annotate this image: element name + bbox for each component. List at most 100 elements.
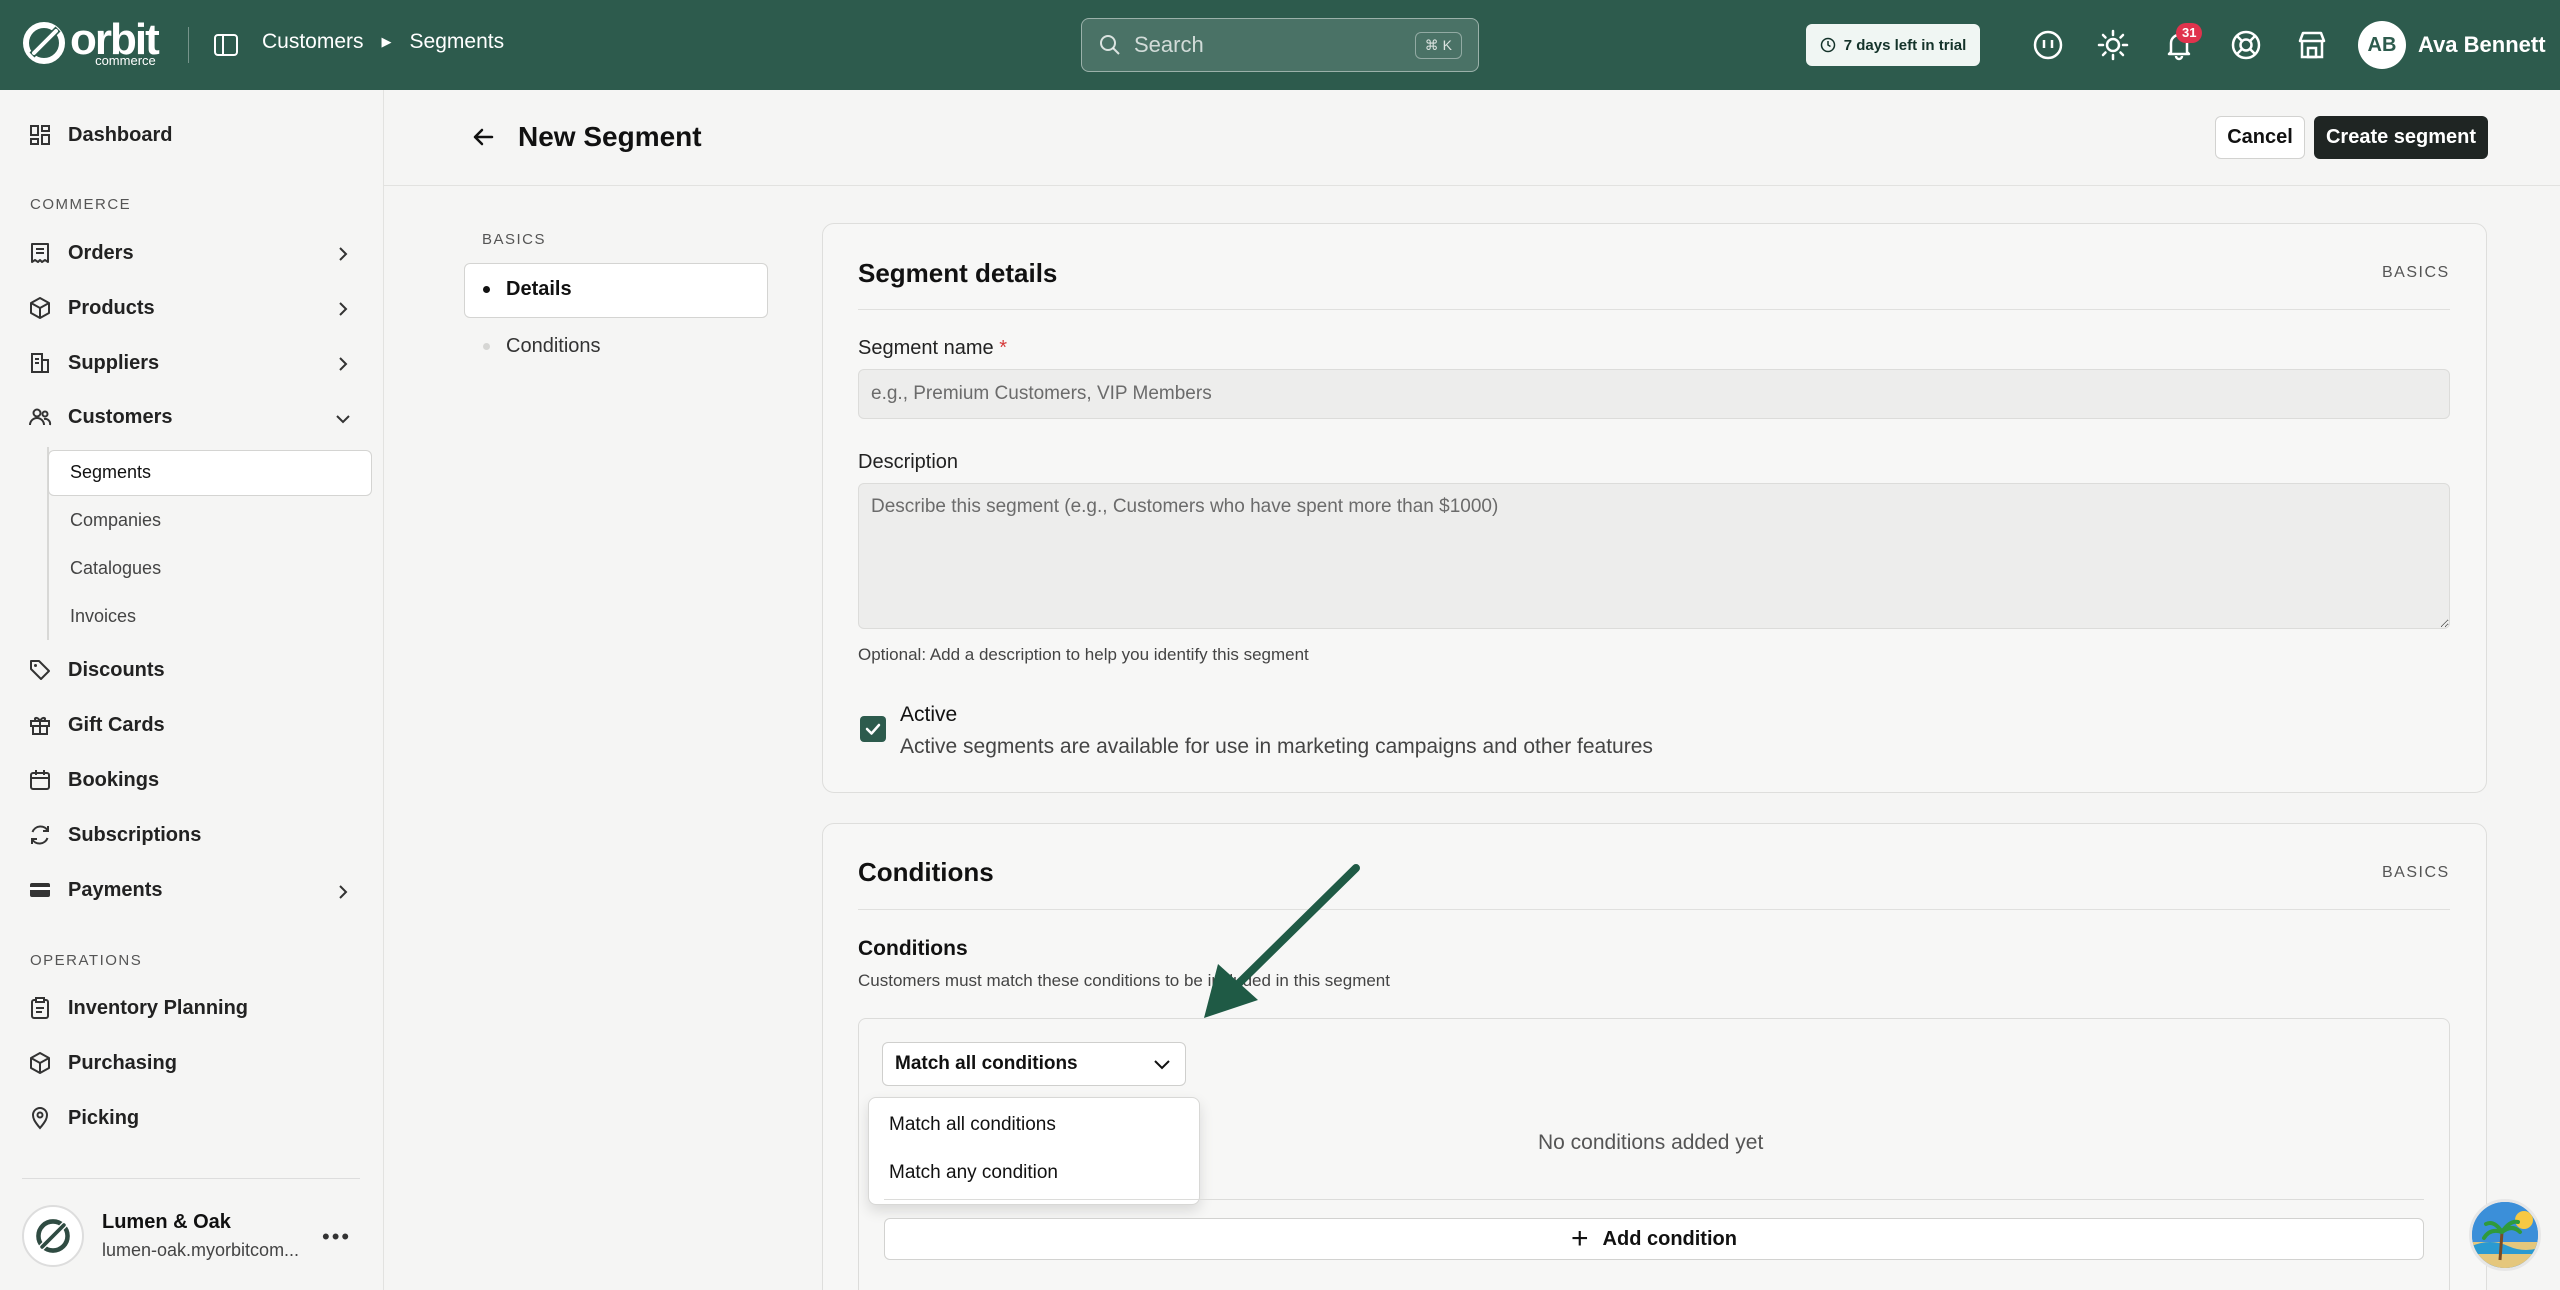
- dashboard-icon: [30, 125, 50, 145]
- toc-dot: [483, 343, 490, 350]
- card-title: Segment details: [858, 258, 1058, 288]
- sidebar-item-purchasing[interactable]: Purchasing: [28, 1051, 177, 1075]
- active-checkbox[interactable]: [860, 716, 886, 742]
- sidebar-item-discounts[interactable]: Discounts: [28, 658, 165, 682]
- sidebar-item-label: Inventory Planning: [68, 996, 249, 1019]
- chevron-right-icon: [339, 247, 348, 261]
- users-icon: [29, 408, 52, 426]
- sidebar-item-label: Products: [68, 296, 155, 319]
- dropdown-option-match-all[interactable]: Match all conditions: [889, 1114, 1056, 1136]
- orbit-logo[interactable]: orbit commerce: [22, 18, 160, 67]
- sidebar-item-label: Gift Cards: [68, 713, 165, 736]
- card-tag: BASICS: [2382, 264, 2450, 281]
- cancel-button[interactable]: Cancel: [2215, 116, 2305, 159]
- gift-icon: [30, 717, 50, 735]
- divider: [858, 909, 2450, 910]
- sidebar-item-label: Purchasing: [68, 1051, 177, 1074]
- sidebar-subitem-invoices[interactable]: Invoices: [70, 606, 136, 627]
- breadcrumb-segments[interactable]: Segments: [410, 30, 505, 54]
- sidebar-item-bookings[interactable]: Bookings: [28, 768, 159, 792]
- sidebar-item-suppliers[interactable]: Suppliers: [28, 351, 159, 375]
- storefront-icon[interactable]: [2295, 28, 2329, 62]
- store-switcher[interactable]: Lumen & Oak lumen-oak.myorbitcom...: [22, 1205, 299, 1267]
- breadcrumb-chevron-icon: ▶: [381, 34, 392, 49]
- sidebar-item-payments[interactable]: Payments: [28, 878, 163, 902]
- page-title: New Segment: [518, 121, 702, 152]
- sidebar-subitem-catalogues[interactable]: Catalogues: [70, 558, 161, 579]
- toc-item-details[interactable]: Details: [506, 278, 572, 301]
- feedback-icon[interactable]: [2031, 28, 2065, 62]
- description-textarea[interactable]: [858, 483, 2450, 629]
- notification-badge: 31: [2176, 23, 2203, 43]
- sidebar-item-subscriptions[interactable]: Subscriptions: [28, 823, 201, 847]
- sidebar-item-gift-cards[interactable]: Gift Cards: [28, 713, 165, 737]
- divider: [188, 27, 189, 63]
- more-options-icon[interactable]: •••: [322, 1224, 351, 1250]
- create-segment-button[interactable]: Create segment: [2314, 116, 2488, 159]
- sidebar-item-label: Suppliers: [68, 351, 160, 374]
- orbit-logo-icon: [22, 21, 66, 65]
- sidebar-item-customers[interactable]: Customers: [28, 405, 172, 429]
- sidebar-item-label: Bookings: [68, 768, 160, 791]
- theme-sun-icon[interactable]: [2096, 28, 2130, 62]
- credit-card-icon: [30, 883, 50, 897]
- empty-state-text: No conditions added yet: [1538, 1131, 1764, 1154]
- chevron-down-icon: [336, 415, 350, 424]
- help-lifebuoy-icon[interactable]: [2229, 28, 2263, 62]
- back-arrow-icon[interactable]: [470, 124, 496, 150]
- annotation-arrow-icon: [1204, 864, 1360, 1018]
- card-title: Conditions: [858, 857, 994, 887]
- clock-icon: [1820, 37, 1835, 53]
- sidebar-item-picking[interactable]: Picking: [28, 1106, 139, 1130]
- breadcrumb: Customers ▶ Segments: [262, 30, 504, 54]
- segment-name-label: Segment name *: [858, 337, 1007, 359]
- top-bar: orbit commerce Customers ▶ Segments Sear…: [0, 0, 2560, 90]
- sidebar-item-label: Dashboard: [68, 123, 173, 146]
- clipboard-icon: [31, 997, 49, 1019]
- required-marker: *: [999, 337, 1007, 359]
- sidebar-subitem-segments[interactable]: Segments: [70, 462, 151, 483]
- description-label: Description: [858, 451, 959, 473]
- trial-badge[interactable]: 7 days left in trial: [1806, 24, 1980, 66]
- conditions-label: Conditions: [858, 937, 968, 960]
- store-name: Lumen & Oak: [102, 1211, 231, 1233]
- assistant-avatar-icon[interactable]: [2469, 1199, 2541, 1271]
- building-icon: [31, 353, 49, 373]
- sidebar-item-label: Customers: [68, 405, 173, 428]
- chevron-right-icon: [339, 302, 348, 316]
- section-label-commerce: COMMERCE: [30, 196, 132, 213]
- sidebar-item-label: Picking: [68, 1106, 140, 1129]
- toc-item-conditions[interactable]: Conditions: [506, 335, 601, 358]
- user-name[interactable]: Ava Bennett: [2418, 32, 2546, 58]
- dropdown-option-match-any[interactable]: Match any condition: [889, 1162, 1058, 1184]
- sidebar-item-label: Orders: [68, 241, 134, 264]
- box-icon: [30, 1052, 50, 1074]
- sidebar-item-label: Payments: [68, 878, 163, 901]
- search-bar[interactable]: Search ⌘ K: [1081, 18, 1479, 72]
- toc-dot: [483, 286, 490, 293]
- search-placeholder: Search: [1134, 32, 1204, 57]
- box-icon: [30, 297, 50, 319]
- sidebar-item-inventory-planning[interactable]: Inventory Planning: [28, 996, 248, 1020]
- sidebar-subitem-companies[interactable]: Companies: [70, 510, 161, 531]
- card-tag: BASICS: [2382, 864, 2450, 881]
- sidebar-item-label: Subscriptions: [68, 823, 202, 846]
- refresh-icon: [31, 825, 49, 845]
- sidebar-item-dashboard[interactable]: Dashboard: [28, 123, 172, 147]
- active-description: Active segments are available for use in…: [900, 735, 1653, 758]
- section-label-operations: OPERATIONS: [30, 952, 143, 969]
- divider: [22, 1178, 360, 1179]
- chevron-right-icon: [339, 885, 348, 899]
- sidebar-item-orders[interactable]: Orders: [28, 241, 134, 265]
- match-mode-select[interactable]: Match all conditions: [882, 1042, 1186, 1086]
- chevron-down-icon: [1154, 1060, 1170, 1070]
- sidebar-toggle-icon[interactable]: [212, 31, 240, 59]
- user-avatar[interactable]: AB: [2358, 21, 2406, 69]
- sidebar-item-label: Discounts: [68, 658, 165, 681]
- breadcrumb-customers[interactable]: Customers: [262, 30, 364, 54]
- add-condition-button[interactable]: + Add condition: [884, 1218, 2424, 1260]
- segment-name-input[interactable]: [858, 369, 2450, 419]
- sidebar-item-products[interactable]: Products: [28, 296, 155, 320]
- tag-icon: [30, 660, 50, 680]
- match-mode-dropdown: Match all conditions Match any condition: [868, 1097, 1200, 1205]
